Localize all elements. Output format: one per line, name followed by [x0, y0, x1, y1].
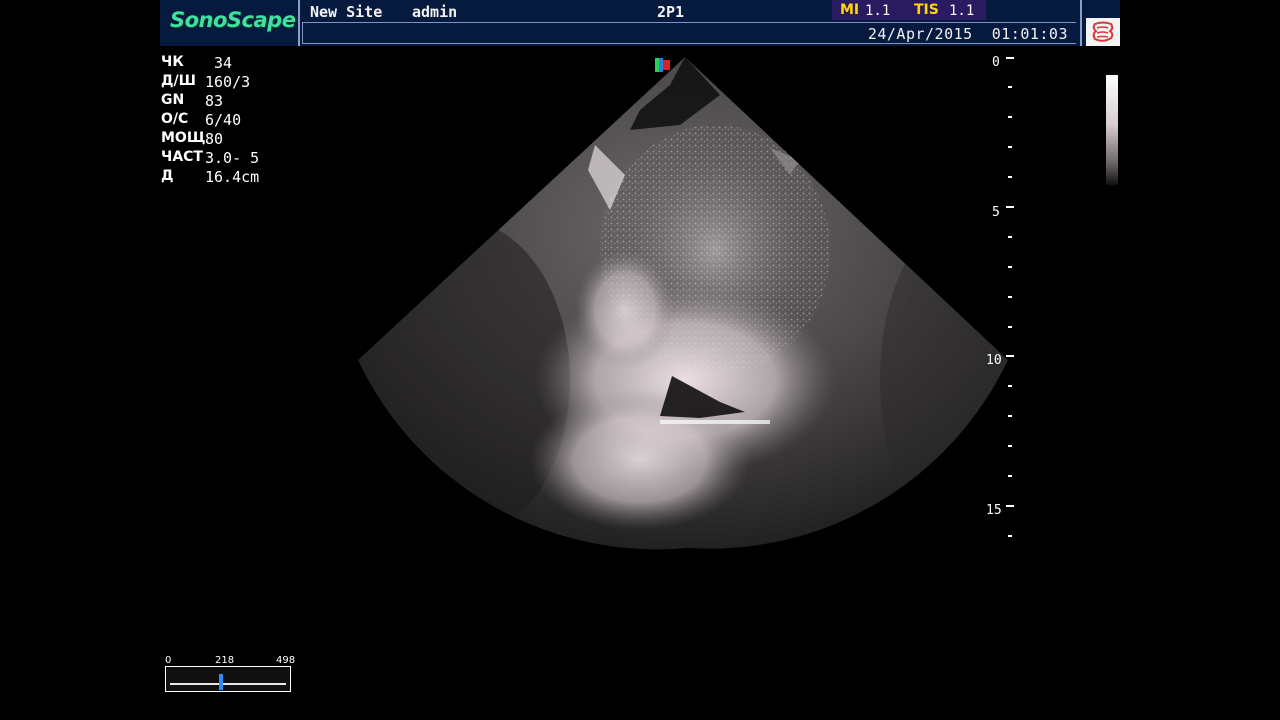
depth-minor-tick	[1008, 236, 1012, 238]
depth-minor-tick	[1008, 445, 1012, 447]
depth-minor-tick	[1008, 535, 1012, 537]
cine-current: 218	[215, 655, 235, 666]
depth-minor-tick	[1008, 385, 1012, 387]
ultrasound-display: SonoScape New Site admin 2P1 MI 1.1 TIS …	[160, 0, 1120, 720]
depth-major-tick	[1006, 505, 1014, 507]
depth-scale: 0 5 10 15	[980, 50, 1020, 550]
orientation-marker-icon	[655, 58, 670, 72]
ultrasound-sector-image	[358, 57, 1008, 550]
depth-minor-tick	[1008, 266, 1012, 268]
depth-minor-tick	[1008, 415, 1012, 417]
cine-min: 0	[165, 655, 172, 666]
depth-minor-tick	[1008, 326, 1012, 328]
depth-minor-tick	[1008, 146, 1012, 148]
depth-major-tick	[1006, 206, 1014, 208]
depth-label: 0	[992, 55, 1000, 70]
cine-max: 498	[276, 655, 296, 666]
depth-minor-tick	[1008, 86, 1012, 88]
depth-label: 15	[986, 503, 1002, 518]
depth-major-tick	[1006, 57, 1014, 59]
grayscale-bar	[1106, 75, 1118, 185]
depth-minor-tick	[1008, 176, 1012, 178]
depth-minor-tick	[1008, 116, 1012, 118]
cine-track-line	[170, 683, 286, 685]
depth-minor-tick	[1008, 296, 1012, 298]
depth-label: 5	[992, 205, 1000, 220]
ultrasound-screen: SonoScape New Site admin 2P1 MI 1.1 TIS …	[0, 0, 1280, 720]
cine-slider-handle[interactable]	[218, 674, 223, 690]
depth-minor-tick	[1008, 475, 1012, 477]
depth-major-tick	[1006, 355, 1014, 357]
cine-scrollbar[interactable]	[165, 666, 291, 692]
depth-label: 10	[986, 353, 1002, 368]
